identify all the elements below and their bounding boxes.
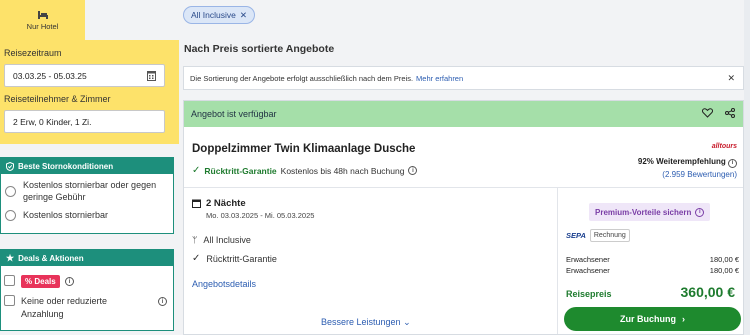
- travel-period-label: Reisezeitraum: [4, 48, 62, 58]
- sort-note: Die Sortierung der Angebote erfolgt auss…: [183, 66, 744, 90]
- close-icon[interactable]: ✕: [727, 73, 735, 84]
- shield-icon: [6, 161, 14, 171]
- active-filter-chip[interactable]: All Inclusive ✕: [183, 6, 256, 24]
- tab-hotel-only-label: Nur Hotel: [26, 21, 59, 31]
- scrollbar[interactable]: [744, 0, 750, 335]
- chevron-down-icon: ⌄: [403, 317, 411, 327]
- divider: [557, 188, 558, 334]
- price-line: Erwachsener 180,00 €: [566, 266, 739, 275]
- price-line: Erwachsener 180,00 €: [566, 255, 739, 264]
- better-services-link[interactable]: Bessere Leistungen ⌄: [321, 317, 411, 328]
- info-icon[interactable]: i: [158, 297, 167, 306]
- deposit-option-label: Keine oder reduzierte Anzahlung: [21, 296, 108, 319]
- payment-methods: SEPA Rechnung: [566, 229, 630, 242]
- radio-button[interactable]: [5, 210, 16, 221]
- recommendation: 92% Weiterempfehlung i (2.959 Bewertunge…: [638, 157, 737, 179]
- deal-tag: % Deals: [21, 275, 60, 288]
- price-line-label: Erwachsener: [566, 266, 610, 275]
- storno-option-1[interactable]: Kostenlos stornierbar oder gegen geringe…: [1, 179, 173, 203]
- deals-checkbox[interactable]: [4, 275, 15, 286]
- board-row: ᛘ All Inclusive: [192, 235, 251, 245]
- cutlery-icon: ᛘ: [192, 235, 198, 245]
- chevron-right-icon: ›: [682, 314, 685, 324]
- offer-card: Angebot ist verfügbar Doppelzimmer Twin …: [183, 100, 744, 335]
- storno-filter-title: Beste Stornokonditionen: [18, 161, 114, 171]
- deposit-checkbox[interactable]: [4, 295, 15, 306]
- info-icon[interactable]: i: [728, 158, 737, 168]
- star-icon: ★: [6, 252, 15, 263]
- active-filter-label: All Inclusive: [191, 10, 236, 20]
- book-button-label: Zur Buchung: [620, 314, 676, 324]
- travel-period-value: 03.03.25 - 05.03.25: [13, 70, 87, 81]
- storno-filter: Beste Stornokonditionen Kostenlos storni…: [0, 157, 174, 234]
- price-line-label: Erwachsener: [566, 255, 610, 264]
- travelers-label: Reiseteilnehmer & Zimmer: [4, 94, 111, 104]
- checkmark-icon: ✓: [192, 253, 201, 264]
- room-title: Doppelzimmer Twin Klimaanlage Dusche: [192, 143, 416, 155]
- results-heading: Nach Preis sortierte Angebote: [184, 43, 335, 55]
- availability-bar: Angebot ist verfügbar: [184, 101, 743, 127]
- travelers-value: 2 Erw, 0 Kinder, 1 Zi.: [13, 116, 92, 127]
- travel-period-field[interactable]: 03.03.25 - 05.03.25: [4, 64, 165, 87]
- premium-benefits-label: Premium-Vorteile sichern: [595, 207, 692, 217]
- divider: [184, 187, 743, 188]
- sort-note-text: Die Sortierung der Angebote erfolgt auss…: [190, 73, 414, 83]
- travel-dates: Mo. 03.03.2025 - Mi. 05.03.2025: [206, 211, 315, 220]
- total-price: 360,00 €: [680, 284, 736, 300]
- learn-more-link[interactable]: Mehr erfahren: [416, 74, 463, 83]
- sepa-logo: SEPA: [566, 231, 586, 240]
- storno-option-1-label: Kostenlos stornierbar oder gegen geringe…: [23, 180, 157, 202]
- search-form: Reisezeitraum 03.03.25 - 05.03.25 Reiset…: [0, 40, 179, 144]
- storno-filter-header: Beste Stornokonditionen: [1, 158, 173, 174]
- travelers-field[interactable]: 2 Erw, 0 Kinder, 1 Zi.: [4, 110, 165, 133]
- close-icon[interactable]: ✕: [240, 10, 247, 21]
- nights-row: 2 Nächte: [192, 198, 246, 209]
- recommendation-rate: 92% Weiterempfehlung: [637, 157, 726, 166]
- guarantee-feature-label: Rücktritt-Garantie: [206, 253, 277, 264]
- premium-benefits-button[interactable]: Premium-Vorteile sichern i: [589, 203, 711, 221]
- availability-text: Angebot ist verfügbar: [191, 109, 277, 119]
- deals-filter: ★ Deals & Aktionen % Deals i Keine oder …: [0, 249, 174, 331]
- info-icon[interactable]: i: [408, 166, 418, 175]
- reviews-link[interactable]: (2.959 Bewertungen): [638, 170, 737, 179]
- book-button[interactable]: Zur Buchung ›: [564, 307, 741, 331]
- board-label: All Inclusive: [203, 235, 251, 245]
- checkmark-icon: ✓: [192, 165, 201, 176]
- heart-icon[interactable]: [702, 108, 713, 118]
- guarantee-text: Kostenlos bis 48h nach Buchung: [280, 165, 405, 176]
- tab-hotel-only[interactable]: Nur Hotel: [0, 0, 85, 40]
- nights-label: 2 Nächte: [206, 198, 246, 209]
- info-icon[interactable]: i: [65, 277, 74, 286]
- calendar-icon: [192, 199, 201, 208]
- guarantee-row: ✓ Rücktritt-Garantie Kostenlos bis 48h n…: [192, 165, 418, 176]
- share-icon[interactable]: [725, 108, 735, 118]
- storno-option-2-label: Kostenlos stornierbar: [23, 210, 109, 220]
- price-line-amount: 180,00 €: [709, 266, 739, 275]
- calendar-icon: [147, 71, 156, 81]
- better-services-label: Bessere Leistungen: [321, 317, 401, 327]
- deals-filter-title: Deals & Aktionen: [18, 253, 84, 263]
- price-line-amount: 180,00 €: [709, 255, 739, 264]
- deals-filter-header: ★ Deals & Aktionen: [1, 250, 173, 266]
- search-sidebar: Nur Hotel Reisezeitraum 03.03.25 - 05.03…: [0, 0, 179, 335]
- guarantee-title: Rücktritt-Garantie: [204, 165, 277, 176]
- info-icon[interactable]: i: [695, 207, 705, 217]
- offer-details-link[interactable]: Angebotsdetails: [192, 279, 256, 289]
- bed-icon: [37, 10, 48, 19]
- guarantee-feature-row: ✓ Rücktritt-Garantie: [192, 253, 277, 264]
- total-price-label: Reisepreis: [566, 289, 612, 299]
- storno-option-2[interactable]: Kostenlos stornierbar: [1, 209, 173, 221]
- invoice-payment-badge: Rechnung: [589, 229, 630, 242]
- brand-logo: alltours: [711, 143, 737, 150]
- radio-button[interactable]: [5, 186, 16, 197]
